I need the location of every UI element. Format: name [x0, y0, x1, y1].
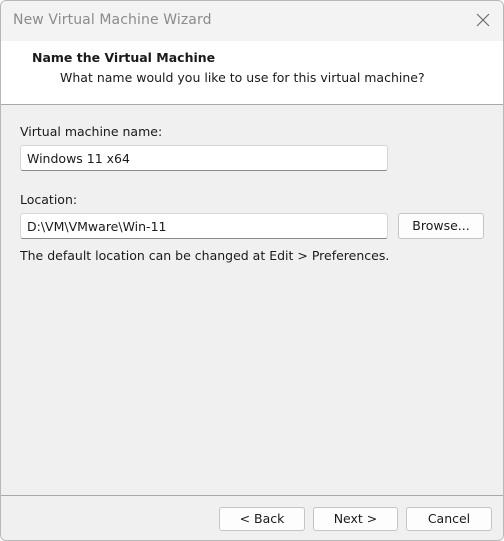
cancel-button[interactable]: Cancel	[406, 507, 492, 531]
wizard-window: New Virtual Machine Wizard Name the Virt…	[0, 0, 504, 541]
close-icon[interactable]	[475, 12, 491, 28]
title-bar[interactable]: New Virtual Machine Wizard	[1, 1, 503, 41]
back-button[interactable]: < Back	[219, 507, 305, 531]
wizard-footer: < Back Next > Cancel	[1, 495, 503, 540]
page-title: Name the Virtual Machine	[32, 50, 216, 65]
default-location-note: The default location can be changed at E…	[20, 248, 390, 263]
location-input[interactable]	[20, 213, 388, 239]
wizard-content: Virtual machine name: Location: Browse..…	[1, 105, 503, 496]
browse-button[interactable]: Browse...	[398, 213, 484, 239]
vm-name-label: Virtual machine name:	[20, 124, 163, 139]
page-subtitle: What name would you like to use for this…	[60, 70, 425, 85]
vm-name-input[interactable]	[20, 145, 388, 171]
page-header: Name the Virtual Machine What name would…	[1, 41, 503, 105]
next-button[interactable]: Next >	[313, 507, 398, 531]
window-title: New Virtual Machine Wizard	[13, 12, 212, 28]
location-label: Location:	[20, 192, 78, 207]
